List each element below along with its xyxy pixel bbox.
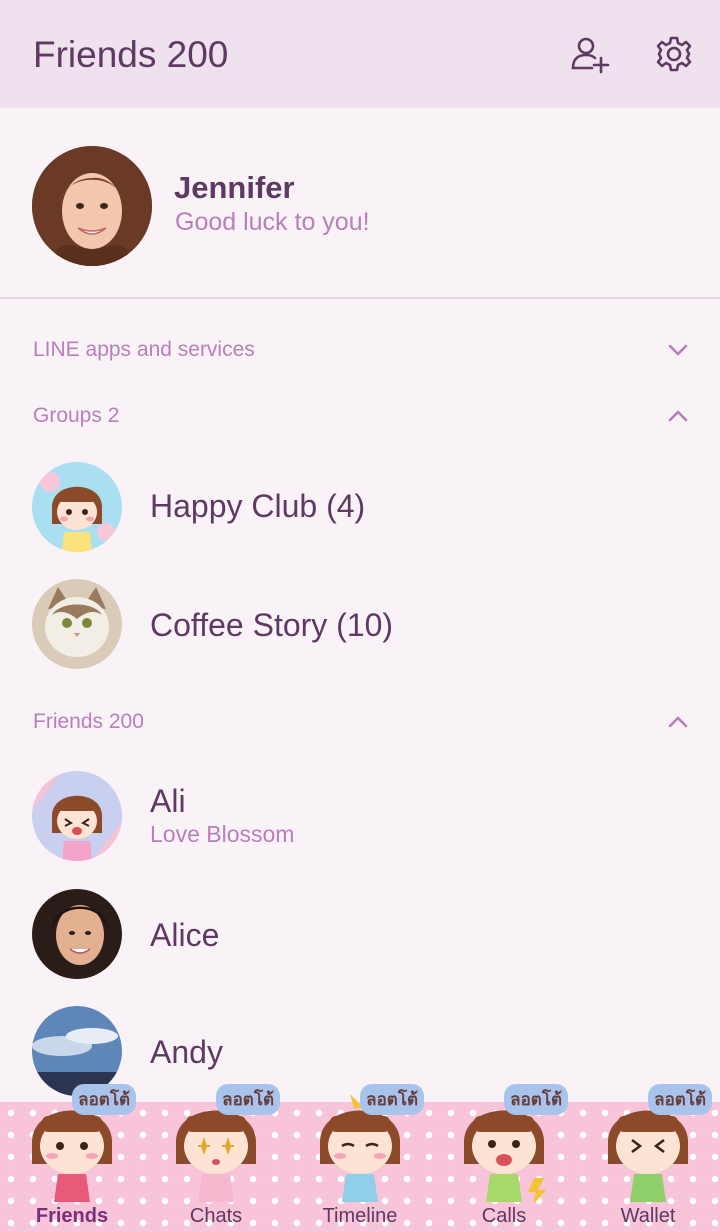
tab-friends[interactable]: ลอตโต้ Friends xyxy=(0,1082,144,1232)
tab-wallet[interactable]: ลอตโต้ Wallet xyxy=(576,1082,720,1232)
gear-icon xyxy=(656,36,692,72)
tab-label: Timeline xyxy=(322,1205,398,1227)
section-friends[interactable]: Friends 200 xyxy=(0,698,720,748)
avatar xyxy=(32,771,122,861)
my-profile[interactable]: Jennifer Good luck to you! xyxy=(0,108,720,298)
section-label: Groups 2 xyxy=(33,404,120,427)
list-item[interactable]: Ali Love Blossom xyxy=(0,761,720,871)
tab-label: Friends xyxy=(35,1205,109,1227)
avatar xyxy=(32,462,122,552)
tab-chats[interactable]: ลอตโต้ Chats xyxy=(144,1082,288,1232)
page-title: Friends 200 xyxy=(33,34,229,75)
settings-button[interactable] xyxy=(652,32,696,76)
group-name: Coffee Story (10) xyxy=(150,607,394,643)
add-friend-icon xyxy=(571,37,610,74)
friend-name: Ali xyxy=(150,783,186,819)
tab-label: Calls xyxy=(481,1205,527,1227)
list-item[interactable]: Happy Club (4) xyxy=(0,452,720,562)
chevron-up-icon xyxy=(668,410,688,422)
tab-badge: ลอตโต้ xyxy=(648,1084,712,1115)
tab-bar: ลอตโต้ Friends ลอตโต้ Chats ลอตโต้ Timel… xyxy=(0,1084,720,1232)
friend-status: Love Blossom xyxy=(150,821,295,847)
avatar xyxy=(32,146,152,266)
profile-status: Good luck to you! xyxy=(175,208,370,236)
section-groups[interactable]: Groups 2 xyxy=(0,392,720,442)
tab-label: Wallet xyxy=(620,1205,676,1227)
header-bar: Friends 200 xyxy=(0,0,720,108)
profile-name: Jennifer xyxy=(174,170,295,205)
avatar xyxy=(32,579,122,669)
tab-timeline[interactable]: ลอตโต้ Timeline xyxy=(288,1082,432,1232)
friend-name: Andy xyxy=(150,1034,223,1070)
tab-badge: ลอตโต้ xyxy=(504,1084,568,1115)
tab-badge: ลอตโต้ xyxy=(72,1084,136,1115)
section-label: LINE apps and services xyxy=(33,338,255,361)
friend-name: Alice xyxy=(150,917,220,953)
chevron-up-icon xyxy=(668,716,688,728)
list-item[interactable]: Coffee Story (10) xyxy=(0,569,720,679)
list-item[interactable]: Alice xyxy=(0,879,720,989)
chevron-down-icon xyxy=(668,344,688,356)
divider xyxy=(0,297,720,299)
tab-calls[interactable]: ลอตโต้ Calls xyxy=(432,1082,576,1232)
section-label: Friends 200 xyxy=(33,710,144,733)
section-line-apps[interactable]: LINE apps and services xyxy=(0,326,720,376)
tab-label: Chats xyxy=(189,1205,243,1227)
tab-badge: ลอตโต้ xyxy=(216,1084,280,1115)
group-name: Happy Club (4) xyxy=(150,488,366,524)
avatar xyxy=(32,889,122,979)
add-friend-button[interactable] xyxy=(568,32,612,76)
tab-badge: ลอตโต้ xyxy=(360,1084,424,1115)
